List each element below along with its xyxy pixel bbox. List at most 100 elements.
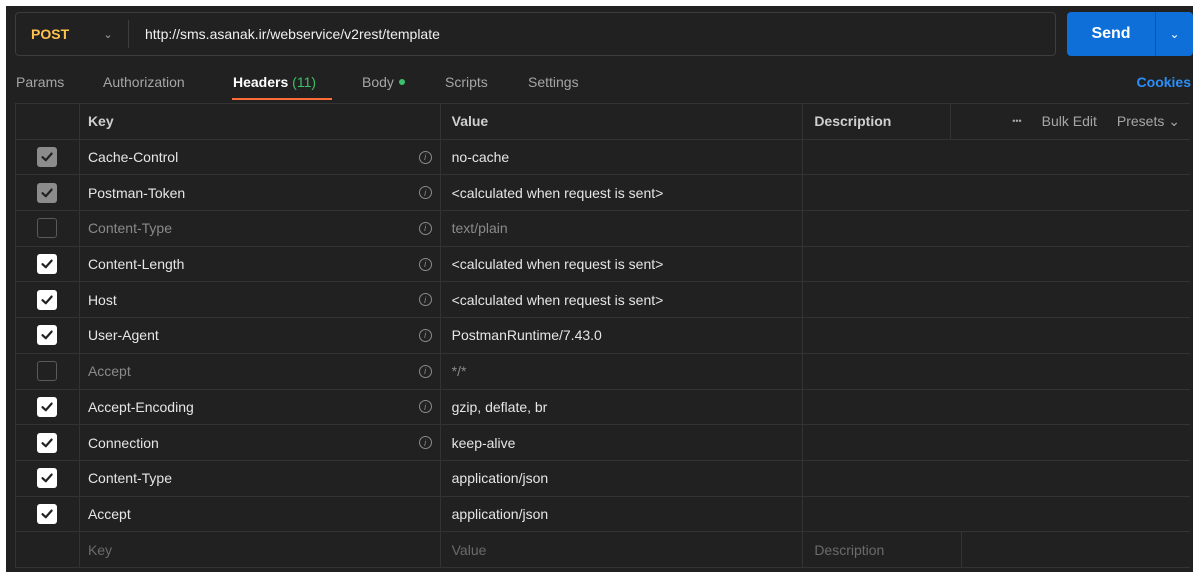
header-value-field[interactable]: <calculated when request is sent> (441, 175, 804, 211)
row-checkbox[interactable] (37, 325, 58, 346)
row-checkbox[interactable] (37, 432, 58, 453)
request-tabs: Params Authorization Headers (11) Body S… (6, 68, 1193, 102)
row-check-cell (16, 460, 80, 496)
row-checkbox[interactable] (37, 147, 58, 168)
new-description-input[interactable]: Description (803, 532, 1190, 567)
info-icon[interactable]: i (418, 186, 432, 200)
tab-authorization[interactable]: Authorization (103, 74, 185, 90)
table-row: Content-Length i <calculated when request … (16, 246, 1190, 283)
header-key-text: Postman-Token (87, 184, 186, 201)
tab-scripts[interactable]: Scripts (445, 74, 488, 90)
row-checkbox[interactable] (37, 503, 58, 524)
header-key-field[interactable]: Cache-Control i (80, 139, 441, 175)
row-checkbox[interactable] (37, 254, 58, 275)
header-key-field[interactable]: Content-Length i (80, 246, 441, 282)
header-key-field[interactable]: Content-Type (80, 460, 441, 496)
header-value-field[interactable]: <calculated when request is sent> (441, 282, 804, 318)
tab-headers-label: Headers (233, 74, 289, 90)
cookies-link[interactable]: Cookies (1137, 74, 1191, 90)
header-key-field[interactable]: Connection i (80, 425, 441, 460)
header-key-text: Accept (87, 363, 131, 380)
active-tab-indicator (232, 98, 332, 100)
method-select[interactable]: POST (16, 13, 88, 55)
info-icon[interactable]: i (418, 221, 432, 235)
column-header-key: Key (80, 104, 441, 139)
url-input[interactable]: http://sms.asanak.ir/webservice/v2rest/t… (129, 26, 1055, 42)
row-checkbox[interactable] (37, 289, 58, 310)
row-check-cell (16, 389, 80, 425)
header-key-field[interactable]: Accept (80, 496, 441, 532)
tab-params[interactable]: Params (16, 74, 64, 90)
header-description-field[interactable] (803, 354, 1190, 389)
row-checkbox[interactable] (37, 218, 58, 239)
table-row: User-Agent i PostmanRuntime/7.43.0 (16, 318, 1190, 354)
request-bar: POST ⌄ http://sms.asanak.ir/webservice/v… (15, 12, 1056, 56)
row-checkbox[interactable] (37, 182, 58, 203)
header-key-text: Accept-Encoding (87, 398, 194, 415)
new-value-input[interactable]: Value (441, 532, 804, 567)
info-icon[interactable]: i (418, 364, 432, 378)
header-value-field[interactable]: application/json (441, 460, 804, 496)
header-value-field[interactable]: <calculated when request is sent> (441, 246, 804, 282)
table-row: Postman-Token i <calculated when request i… (16, 175, 1190, 212)
header-key-field[interactable]: Accept i (80, 353, 441, 389)
header-description-field[interactable] (803, 318, 1190, 353)
header-description-field[interactable] (803, 390, 1190, 425)
header-description-field[interactable] (803, 247, 1190, 282)
info-icon[interactable]: i (418, 293, 432, 307)
row-checkbox[interactable] (37, 396, 58, 417)
header-value-field[interactable]: gzip, deflate, br (441, 389, 804, 425)
header-value-field[interactable]: keep-alive (441, 425, 804, 460)
header-key-field[interactable]: Accept-Encoding i (80, 389, 441, 425)
new-key-input[interactable]: Key (80, 532, 441, 567)
header-description-field[interactable] (803, 282, 1190, 317)
table-row: Accept-Encoding i gzip, deflate, br (16, 389, 1190, 426)
bulk-edit-button[interactable]: Bulk Edit (1042, 113, 1097, 129)
send-options-chevron-icon[interactable]: ⌄ (1156, 12, 1193, 56)
header-description-field[interactable] (803, 211, 1190, 246)
header-key-field[interactable]: Host i (80, 282, 441, 318)
row-check-cell (16, 139, 80, 175)
header-value-field[interactable]: text/plain (441, 211, 804, 246)
chevron-down-icon[interactable]: ⌄ (88, 13, 128, 55)
info-icon[interactable]: i (418, 328, 432, 342)
header-description-field[interactable] (803, 425, 1190, 460)
header-check-cell (16, 104, 80, 139)
header-description-field[interactable] (803, 140, 1190, 175)
header-value-field[interactable]: no-cache (441, 139, 804, 175)
table-row: Accept application/json (16, 496, 1190, 533)
more-options-icon[interactable]: ••• (1012, 116, 1021, 126)
row-checkbox[interactable] (37, 468, 58, 489)
header-description-field[interactable] (803, 497, 1190, 532)
tab-headers[interactable]: Headers (11) (233, 74, 316, 90)
header-value-field[interactable]: PostmanRuntime/7.43.0 (441, 318, 804, 353)
header-key-text: Host (87, 291, 117, 308)
header-description-field[interactable] (803, 175, 1190, 210)
tab-body[interactable]: Body (362, 74, 405, 90)
header-key-field[interactable]: User-Agent i (80, 318, 441, 353)
header-key-text: Connection (87, 434, 159, 451)
row-checkbox[interactable] (37, 361, 58, 382)
header-key-field[interactable]: Postman-Token i (80, 175, 441, 211)
info-icon[interactable]: i (418, 257, 432, 271)
body-status-dot-icon (398, 79, 405, 86)
headers-count-badge: (11) (292, 74, 317, 90)
info-icon[interactable]: i (418, 400, 432, 414)
table-row: Host i <calculated when request is sent> (16, 282, 1190, 319)
table-row: Cache-Control i no-cache (16, 139, 1190, 176)
tab-settings[interactable]: Settings (528, 74, 579, 90)
headers-table: Key Value Description ••• Bulk Edit Pres… (15, 103, 1190, 568)
info-icon[interactable]: i (418, 150, 432, 164)
header-description-field[interactable] (803, 461, 1190, 496)
header-key-field[interactable]: Content-Type i (80, 211, 441, 246)
row-check-cell (16, 211, 80, 246)
send-button[interactable]: Send (1067, 12, 1155, 56)
header-value-field[interactable]: */* (441, 353, 804, 389)
header-key-text: User-Agent (87, 327, 159, 344)
header-value-field[interactable]: application/json (441, 496, 804, 532)
info-icon[interactable]: i (418, 436, 432, 450)
table-row: Connection i keep-alive (16, 425, 1190, 461)
row-check-cell (16, 496, 80, 532)
presets-dropdown[interactable]: Presets ⌄ (1117, 113, 1180, 130)
header-key-text: Content-Type (87, 220, 172, 237)
